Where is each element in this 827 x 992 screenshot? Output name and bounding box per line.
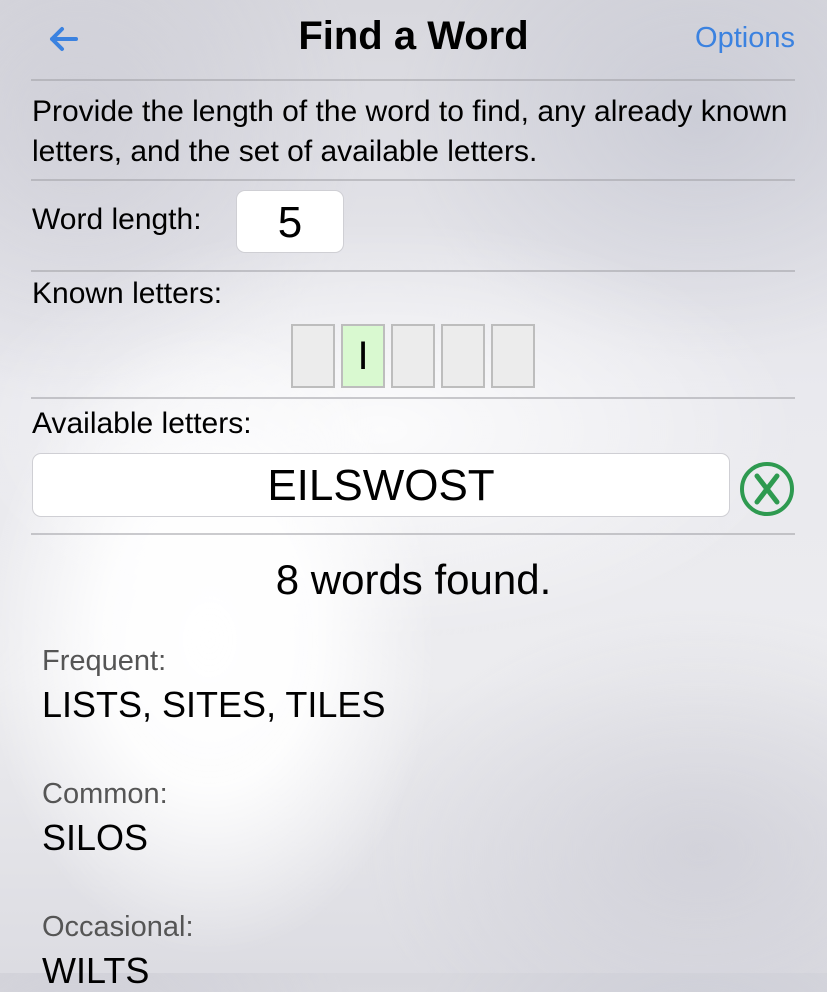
letter-slot-2[interactable]: I xyxy=(341,324,385,388)
results-count: 8 words found. xyxy=(275,556,552,603)
letter-slot-4[interactable] xyxy=(441,324,485,388)
word-list-common: SILOS xyxy=(42,817,149,858)
word-length-field[interactable]: 5 xyxy=(236,190,344,253)
divider xyxy=(31,179,795,181)
available-letters-label: Available letters: xyxy=(32,407,252,440)
divider xyxy=(31,397,795,399)
category-label-common: Common: xyxy=(42,778,168,810)
letter-slot-3[interactable] xyxy=(391,324,435,388)
known-letters-label: Known letters: xyxy=(32,277,223,310)
clear-button[interactable] xyxy=(739,461,795,517)
available-letters-field[interactable]: EILSWOST xyxy=(32,453,730,517)
clear-x-circle-icon xyxy=(740,462,794,516)
word-list-frequent: LISTS, SITES, TILES xyxy=(42,684,386,725)
category-label-frequent: Frequent: xyxy=(42,645,167,677)
word-length-label: Word length: xyxy=(32,203,202,236)
instructions-text: Provide the length of the word to find, … xyxy=(32,95,788,168)
divider xyxy=(31,533,795,535)
divider xyxy=(31,79,795,81)
options-button[interactable]: Options xyxy=(695,22,795,55)
letter-slot-5[interactable] xyxy=(491,324,535,388)
word-list-occasional: WILTS xyxy=(42,950,150,991)
known-letters-slots: I xyxy=(291,324,535,388)
letter-slot-1[interactable] xyxy=(291,324,335,388)
category-label-occasional: Occasional: xyxy=(42,911,194,943)
divider xyxy=(31,270,795,272)
